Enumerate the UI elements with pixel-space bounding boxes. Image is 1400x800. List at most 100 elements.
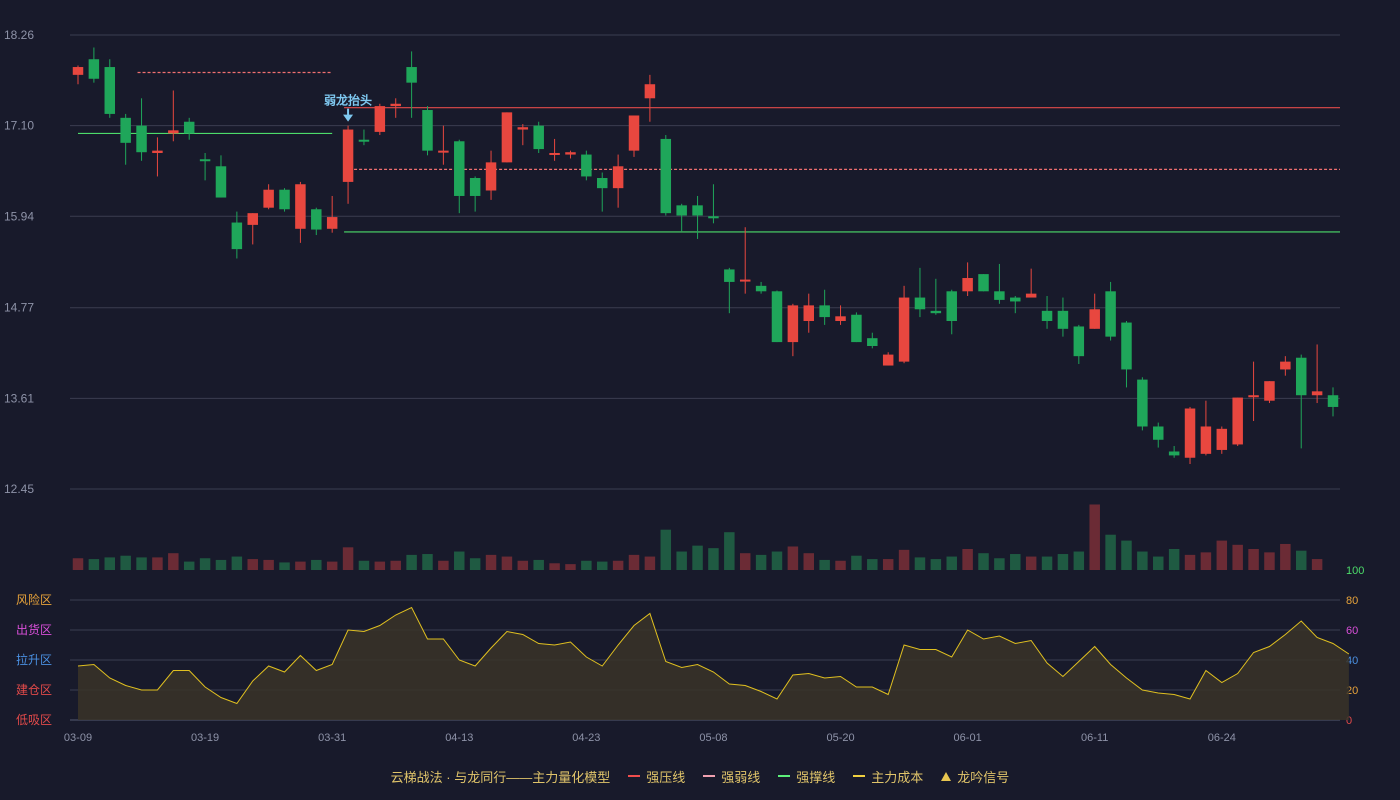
candle-body (501, 112, 513, 163)
candle-body (676, 205, 687, 216)
candle-body (708, 216, 719, 219)
legend-support[interactable]: 强撑线 (778, 767, 835, 786)
volume-bar (1073, 551, 1085, 570)
candle-body (517, 127, 529, 130)
candle-body (755, 285, 767, 292)
candle-body (549, 152, 560, 155)
candle-body (1184, 408, 1196, 458)
volume-bar (454, 551, 465, 570)
candle-body (1153, 426, 1164, 440)
legend-title: 云梯战法 · 与龙同行——主力量化模型 (391, 767, 611, 786)
candle-body (1137, 379, 1148, 427)
volume-bar (422, 554, 433, 570)
volume-bar (438, 560, 449, 570)
candle-body (692, 205, 703, 216)
volume-bar (104, 557, 116, 570)
candle-body (644, 84, 656, 99)
volume-bar (946, 556, 957, 570)
candle-body (581, 154, 592, 177)
volume-bar (136, 557, 147, 570)
volume-bar (342, 547, 354, 570)
candle-body (533, 125, 544, 150)
candle-body (374, 106, 386, 132)
candle-body (247, 213, 258, 225)
candle-body (326, 217, 338, 229)
osc-tick-label: 80 (1346, 595, 1358, 607)
candle-body (1280, 361, 1291, 370)
candle-body (215, 166, 227, 198)
legend-strength-line[interactable]: 强弱线 (703, 767, 760, 786)
candle-body (438, 150, 449, 153)
volume-bar (724, 532, 735, 570)
volume-bar (1025, 556, 1037, 570)
date-tick-label: 06-01 (954, 732, 982, 744)
volume-bar (199, 558, 211, 570)
chart-legend: 云梯战法 · 与龙同行——主力量化模型 强压线 强弱线 强撑线 主力成本 龙吟信… (0, 764, 1400, 788)
candle-body (469, 177, 481, 196)
annotation-label: 弱龙抬头 (324, 93, 372, 108)
candle-body (612, 166, 624, 189)
candle-body (787, 305, 799, 343)
oscillator-area (78, 607, 1349, 720)
volume-bar (1168, 549, 1180, 570)
legend-strong-pressure[interactable]: 强压线 (628, 767, 685, 786)
volume-bar (358, 560, 370, 570)
price-tick-label: 14.77 (4, 301, 34, 315)
candle-body (1010, 297, 1021, 302)
volume-bar (660, 529, 672, 570)
volume-bar (835, 560, 846, 570)
legend-strong-pressure-label: 强压线 (646, 769, 686, 785)
legend-dragon-signal[interactable]: 龙吟信号 (941, 767, 1009, 786)
candle-body (914, 297, 926, 310)
candle-body (454, 141, 465, 196)
annotation-arrow-icon (343, 114, 354, 122)
candle-body (930, 310, 942, 314)
candle-body (1168, 451, 1180, 456)
volume-bar (88, 559, 100, 570)
candle-body (1200, 426, 1212, 454)
candle-body (1105, 291, 1116, 337)
candle-body (183, 121, 195, 134)
candle-body (1248, 395, 1259, 398)
candle-body (1041, 310, 1053, 321)
volume-bar (231, 556, 243, 570)
price-tick-label: 13.61 (4, 391, 34, 405)
dashed-line-icon (703, 775, 716, 777)
candle-body (1327, 395, 1339, 407)
volume-bar (469, 558, 481, 570)
volume-bar (1057, 554, 1069, 570)
osc-zone-label: 建仓区 (16, 683, 52, 697)
volume-bar (644, 556, 656, 570)
osc-zone-label: 出货区 (16, 622, 52, 637)
triangle-icon (941, 771, 952, 781)
volume-bar (295, 561, 306, 570)
volume-bar (1089, 504, 1100, 570)
date-tick-label: 03-09 (64, 732, 92, 744)
candle-body (835, 316, 846, 321)
volume-bar (215, 559, 227, 570)
candle-body (406, 67, 417, 83)
candle-body (422, 110, 433, 151)
volume-bar (533, 559, 544, 570)
volume-bar (581, 560, 592, 570)
volume-bar (72, 558, 84, 570)
candle-body (1311, 391, 1323, 396)
volume-bar (247, 559, 258, 570)
candle-body (311, 209, 322, 230)
legend-main-cost[interactable]: 主力成本 (853, 767, 923, 786)
candle-body (946, 291, 957, 321)
price-tick-label: 17.10 (4, 119, 34, 133)
candle-body (596, 177, 608, 189)
candle-body (358, 139, 370, 142)
candle-body (803, 305, 815, 321)
volume-bar (898, 549, 910, 570)
legend-strength-line-label: 强弱线 (721, 769, 761, 785)
legend-title-text: 云梯战法 · 与龙同行——主力量化模型 (390, 769, 611, 785)
candle-body (819, 305, 830, 318)
candle-body (295, 184, 306, 229)
volume-bar (708, 548, 719, 570)
volume-bar (485, 554, 497, 570)
volume-bar (1184, 554, 1196, 570)
candle-body (628, 115, 640, 151)
osc-zone-label: 低吸区 (16, 713, 52, 727)
